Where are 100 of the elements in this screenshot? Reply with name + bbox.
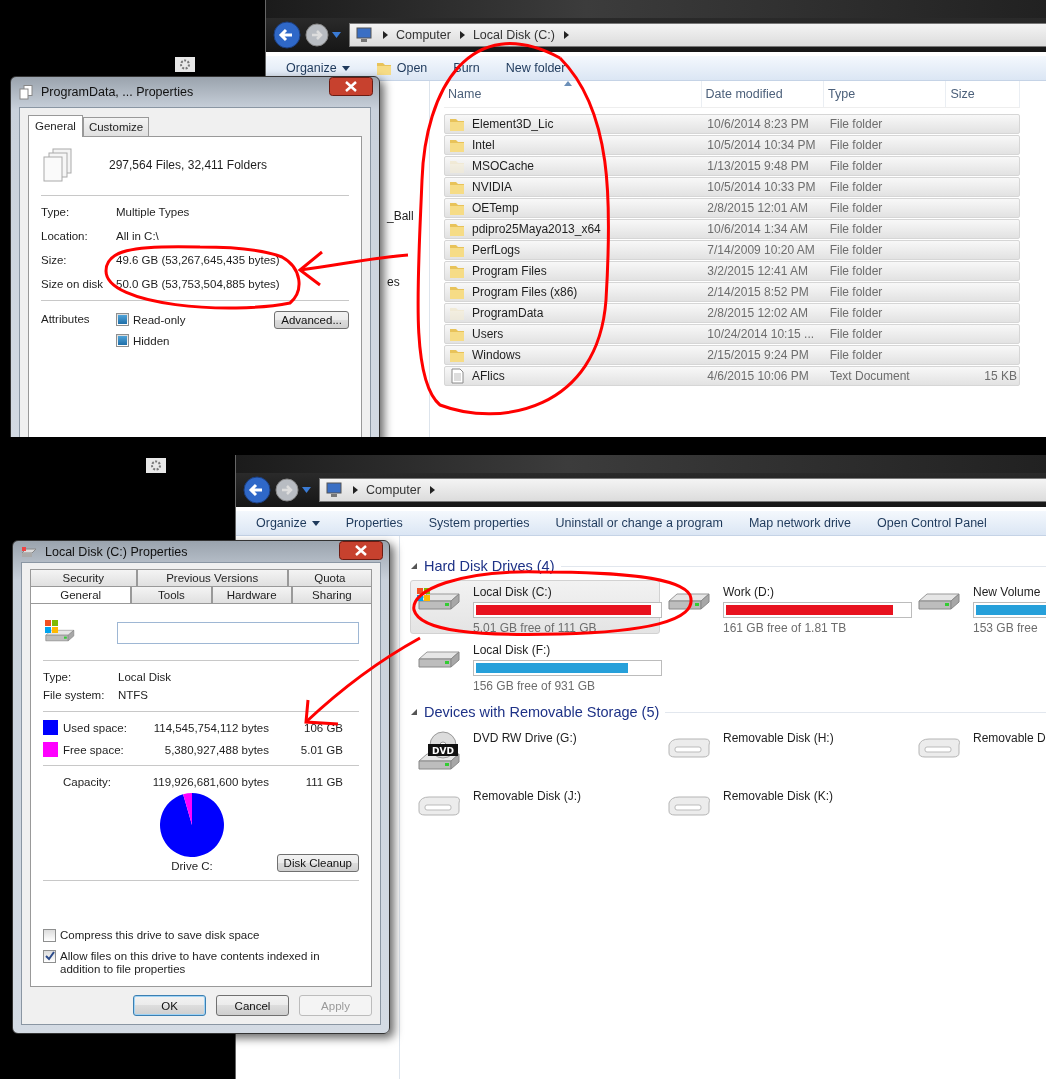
date-modified: 10/24/2014 10:15 ... — [707, 327, 815, 341]
tab[interactable]: Security — [30, 569, 137, 586]
tab[interactable]: Hardware — [211, 586, 292, 603]
toolbar-button[interactable]: Open Control Panel — [869, 514, 995, 532]
toolbar-button[interactable]: Map network drive — [740, 514, 860, 532]
chevron-icon — [350, 485, 360, 495]
tab[interactable]: Customize — [82, 117, 150, 136]
drive-tile[interactable]: New Volume 153 GB free — [910, 580, 1046, 634]
file-row[interactable]: AFlics 4/6/2015 10:06 PM Text Document 15 KB — [444, 366, 1020, 386]
toolbar-button[interactable]: System properties — [420, 514, 538, 532]
expand-triangle-icon[interactable] — [410, 708, 418, 716]
tab[interactable]: General — [28, 115, 83, 137]
toolbar-button[interactable]: New folder — [497, 59, 574, 77]
drive-tile[interactable]: Work (D:) 161 GB free of 1.81 TB — [660, 580, 910, 634]
breadcrumb-item[interactable]: Computer — [366, 483, 421, 497]
drive-tile[interactable]: Removable Disk (K:) — [660, 784, 910, 838]
tab[interactable]: General — [30, 586, 132, 603]
column-header[interactable]: Date modified — [701, 81, 824, 107]
space-label: Used space: — [63, 721, 128, 734]
tab[interactable]: Tools — [131, 586, 212, 603]
byte-count: 114,545,754,112 bytes — [152, 721, 269, 734]
file-type: File folder — [829, 243, 883, 257]
dialog-button[interactable]: Cancel — [216, 995, 289, 1016]
documents-icon — [41, 147, 75, 183]
dialog-button[interactable]: OK — [133, 995, 206, 1016]
drive-name: New Volume — [973, 585, 1042, 599]
expand-triangle-icon[interactable] — [410, 562, 418, 570]
computer-icon — [326, 482, 344, 498]
checkbox-label: Compress this drive to save disk space — [60, 929, 260, 942]
file-name: Users — [472, 327, 504, 341]
field-value: Local Disk — [118, 671, 173, 683]
disk-cleanup-button[interactable]: Disk Cleanup — [276, 854, 359, 872]
file-row[interactable]: NVIDIA 10/5/2014 10:33 PM File folder — [444, 177, 1020, 197]
toolbar-button[interactable]: Organize — [248, 514, 328, 532]
window-title: Local Disk (C:) Properties — [45, 544, 188, 559]
file-row[interactable]: OETemp 2/8/2015 12:01 AM File folder — [444, 198, 1020, 218]
drive-tile[interactable]: Removable Disk (H:) — [660, 726, 910, 780]
forward-button[interactable] — [304, 22, 330, 48]
date-modified: 2/14/2015 8:52 PM — [707, 285, 809, 299]
caret-icon — [341, 65, 350, 71]
checkbox[interactable] — [43, 950, 56, 963]
file-row[interactable]: Element3D_Lic 10/6/2014 8:23 PM File folder — [444, 114, 1020, 134]
advanced-button[interactable]: Advanced... — [274, 311, 349, 329]
field-label: Size on disk — [41, 278, 104, 290]
drive-name: Local Disk (C:) — [473, 585, 553, 599]
file-row[interactable]: PerfLogs 7/14/2009 10:20 AM File folder — [444, 240, 1020, 260]
drive-name-field[interactable] — [117, 622, 359, 644]
field-value: 50.0 GB (53,753,504,885 bytes) — [116, 278, 281, 290]
column-header[interactable]: Name — [444, 81, 702, 107]
toolbar-button[interactable]: Uninstall or change a program — [547, 514, 731, 532]
drive-tile[interactable]: DVD DVD RW Drive (G:) — [410, 726, 660, 780]
column-header[interactable]: Type — [824, 81, 947, 107]
nav-item[interactable]: es — [387, 275, 404, 289]
file-row[interactable]: Users 10/24/2014 10:15 ... File folder — [444, 324, 1020, 344]
tab[interactable]: Quota — [287, 569, 372, 586]
field-label: File system: — [43, 689, 106, 701]
file-row[interactable]: Windows 2/15/2015 9:24 PM File folder — [444, 345, 1020, 365]
breadcrumb-item[interactable]: Computer — [396, 28, 451, 42]
free-space-text: 156 GB free of 931 GB — [473, 679, 597, 693]
toolbar-button[interactable]: Open — [367, 58, 436, 78]
history-dropdown-icon[interactable] — [332, 32, 341, 38]
column-header[interactable]: Size — [946, 81, 1020, 107]
chart-title: Drive C: — [171, 860, 213, 872]
drive-tile[interactable]: Local Disk (F:) 156 GB free of 931 GB — [410, 638, 660, 692]
history-dropdown-icon[interactable] — [302, 487, 311, 493]
file-row[interactable]: Intel 10/5/2014 10:34 PM File folder — [444, 135, 1020, 155]
nav-item[interactable]: _Ball — [387, 209, 418, 223]
file-row[interactable]: MSOCache 1/13/2015 9:48 PM File folder — [444, 156, 1020, 176]
date-modified: 7/14/2009 10:20 AM — [707, 243, 815, 257]
drive-tile[interactable]: Removable Disk (J:) — [410, 784, 660, 838]
drive-tile[interactable]: Removable D — [910, 726, 1046, 780]
caret-icon — [311, 520, 320, 526]
file-row[interactable]: ProgramData 2/8/2015 12:02 AM File folder — [444, 303, 1020, 323]
file-row[interactable]: pdipro25Maya2013_x64 10/6/2014 1:34 AM File folder — [444, 219, 1020, 239]
address-bar[interactable]: Computer Local Disk (C:) — [349, 23, 1046, 47]
back-button[interactable] — [272, 20, 302, 50]
breadcrumb-item[interactable]: Local Disk (C:) — [472, 28, 555, 42]
checkbox[interactable] — [116, 313, 129, 326]
folder-icon — [375, 60, 392, 76]
tab[interactable]: Sharing — [291, 586, 372, 603]
group-header[interactable]: Devices with Removable Storage (5) — [424, 704, 660, 720]
address-bar[interactable]: Computer — [319, 478, 1046, 502]
file-row[interactable]: Program Files 3/2/2015 12:41 AM File folder — [444, 261, 1020, 281]
toolbar-button[interactable]: Properties — [337, 514, 411, 532]
toolbar-button[interactable]: Organize — [278, 59, 358, 77]
tab[interactable]: Previous Versions — [136, 569, 288, 586]
close-button[interactable] — [339, 541, 383, 560]
file-type: File folder — [829, 327, 883, 341]
back-button[interactable] — [242, 475, 272, 505]
file-name: Program Files (x86) — [472, 285, 578, 299]
checkbox[interactable] — [116, 334, 129, 347]
checkbox[interactable] — [43, 929, 56, 942]
file-name: OETemp — [472, 201, 519, 215]
file-row[interactable]: Program Files (x86) 2/14/2015 8:52 PM File folder — [444, 282, 1020, 302]
forward-button[interactable] — [274, 477, 300, 503]
window-title: ProgramData, ... Properties — [41, 85, 194, 99]
space-label: Free space: — [63, 743, 125, 756]
close-button[interactable] — [329, 77, 373, 96]
field-label: Type: — [41, 206, 71, 218]
field-value: Multiple Types — [116, 206, 191, 218]
